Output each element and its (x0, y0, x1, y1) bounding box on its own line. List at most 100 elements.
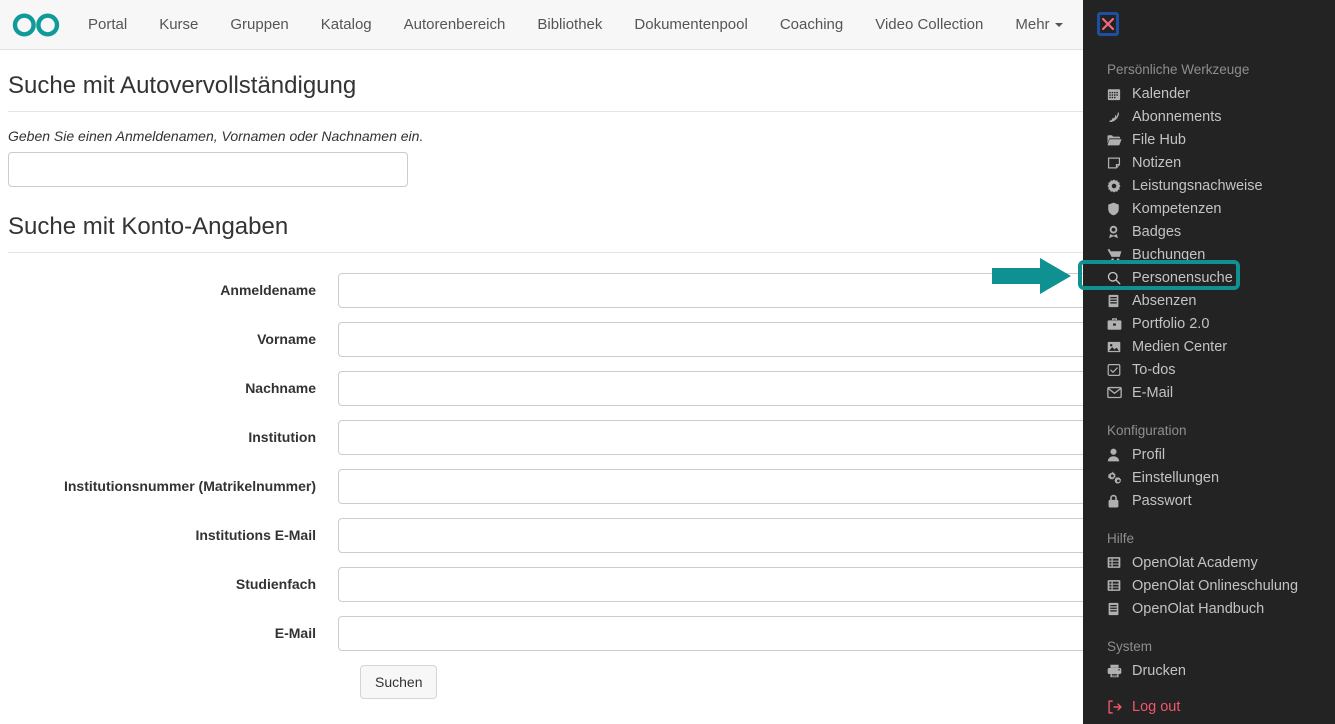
sidebar-item-kompetenzen[interactable]: Kompetenzen (1083, 197, 1335, 220)
nav-link-bibliothek[interactable]: Bibliothek (521, 0, 618, 50)
label-studienfach: Studienfach (8, 576, 338, 592)
sidebar-gap (1083, 512, 1335, 527)
nav-link-mehr-label: Mehr (1015, 16, 1049, 33)
sidebar-item-passwort[interactable]: Passwort (1083, 489, 1335, 512)
sidebar-item-to-dos[interactable]: To-dos (1083, 358, 1335, 381)
chevron-down-icon (1055, 23, 1063, 27)
folder-open-icon (1107, 133, 1125, 147)
sidebar-item-label: OpenOlat Academy (1132, 555, 1258, 571)
sidebar-item-label: Log out (1132, 699, 1180, 715)
shield-icon (1107, 202, 1125, 216)
sidebar-item-buchungen[interactable]: Buchungen (1083, 243, 1335, 266)
sidebar-item-label: OpenOlat Onlineschulung (1132, 578, 1298, 594)
sidebar-item-label: E-Mail (1132, 385, 1173, 401)
close-x-icon (1101, 17, 1115, 31)
gears-icon (1107, 471, 1125, 485)
search-button[interactable]: Suchen (360, 665, 437, 699)
sidebar-close-button[interactable] (1097, 12, 1119, 36)
sidebar-item-label: Einstellungen (1132, 470, 1219, 486)
sidebar-item-absenzen[interactable]: Absenzen (1083, 289, 1335, 312)
user-icon (1107, 448, 1125, 462)
sidebar-item-label: Buchungen (1132, 247, 1205, 263)
sidebar-item-label: Profil (1132, 447, 1165, 463)
sidebar-item-label: Personensuche (1132, 270, 1233, 286)
lock-icon (1107, 494, 1125, 508)
personal-tools-sidebar: Persönliche Werkzeuge Kalender Abonnemen… (1083, 0, 1335, 724)
nav-link-mehr[interactable]: Mehr (999, 0, 1078, 50)
sidebar-item-profil[interactable]: Profil (1083, 443, 1335, 466)
sidebar-item-openolat-handbuch[interactable]: OpenOlat Handbuch (1083, 597, 1335, 620)
sidebar-item-drucken[interactable]: Drucken (1083, 659, 1335, 682)
nav-link-portal[interactable]: Portal (72, 0, 143, 50)
envelope-icon (1107, 386, 1125, 399)
shopping-cart-icon (1107, 248, 1125, 262)
sidebar-item-label: Drucken (1132, 663, 1186, 679)
sidebar-group-title-system: System (1083, 635, 1335, 659)
label-email: E-Mail (8, 625, 338, 641)
label-anmeldename: Anmeldename (8, 282, 338, 298)
sidebar-item-label: Passwort (1132, 493, 1192, 509)
sidebar-group-title-konfiguration: Konfiguration (1083, 419, 1335, 443)
sidebar-item-label: Notizen (1132, 155, 1181, 171)
book-icon (1107, 602, 1125, 616)
label-institution: Institution (8, 429, 338, 445)
autocomplete-search-input[interactable] (8, 152, 408, 187)
calendar-icon (1107, 87, 1125, 101)
navbar-links: Portal Kurse Gruppen Katalog Autorenbere… (72, 0, 1079, 50)
sidebar-item-label: Kompetenzen (1132, 201, 1221, 217)
briefcase-icon (1107, 317, 1125, 331)
certificate-seal-icon (1107, 179, 1125, 193)
sidebar-group-title-persoenliche-werkzeuge: Persönliche Werkzeuge (1083, 58, 1335, 82)
sidebar-item-leistungsnachweise[interactable]: Leistungsnachweise (1083, 174, 1335, 197)
sidebar-item-label: Leistungsnachweise (1132, 178, 1263, 194)
printer-icon (1107, 664, 1125, 678)
search-icon (1107, 271, 1125, 285)
sidebar-item-label: Kalender (1132, 86, 1190, 102)
sidebar-item-kalender[interactable]: Kalender (1083, 82, 1335, 105)
infinity-logo-icon (12, 12, 60, 38)
nav-link-video-collection[interactable]: Video Collection (859, 0, 999, 50)
sidebar-item-label: Portfolio 2.0 (1132, 316, 1209, 332)
sidebar-item-file-hub[interactable]: File Hub (1083, 128, 1335, 151)
film-icon (1107, 556, 1125, 569)
sidebar-item-openolat-academy[interactable]: OpenOlat Academy (1083, 551, 1335, 574)
sidebar-item-e-mail[interactable]: E-Mail (1083, 381, 1335, 404)
sidebar-gap (1083, 404, 1335, 419)
nav-link-autorenbereich[interactable]: Autorenbereich (388, 0, 522, 50)
sidebar-sections: Persönliche Werkzeuge Kalender Abonnemen… (1083, 58, 1335, 718)
sidebar-item-medien-center[interactable]: Medien Center (1083, 335, 1335, 358)
label-nachname: Nachname (8, 380, 338, 396)
sidebar-item-abonnements[interactable]: Abonnements (1083, 105, 1335, 128)
label-vorname: Vorname (8, 331, 338, 347)
sidebar-item-label: Absenzen (1132, 293, 1197, 309)
nav-link-katalog[interactable]: Katalog (305, 0, 388, 50)
checkbox-checked-icon (1107, 363, 1125, 377)
nav-link-dokumentenpool[interactable]: Dokumentenpool (618, 0, 763, 50)
nav-link-coaching[interactable]: Coaching (764, 0, 859, 50)
sidebar-item-label: OpenOlat Handbuch (1132, 601, 1264, 617)
sidebar-item-portfolio[interactable]: Portfolio 2.0 (1083, 312, 1335, 335)
brand-logo[interactable] (0, 12, 72, 38)
sidebar-item-label: Medien Center (1132, 339, 1227, 355)
sidebar-item-logout[interactable]: Log out (1083, 695, 1335, 718)
app-root: Portal Kurse Gruppen Katalog Autorenbere… (0, 0, 1335, 724)
sidebar-group-title-hilfe: Hilfe (1083, 527, 1335, 551)
label-institutionsnummer: Institutionsnummer (Matrikelnummer) (8, 478, 338, 494)
sidebar-item-label: To-dos (1132, 362, 1176, 378)
logout-icon (1107, 700, 1125, 714)
award-medal-icon (1107, 225, 1125, 239)
sidebar-item-openolat-onlineschulung[interactable]: OpenOlat Onlineschulung (1083, 574, 1335, 597)
sidebar-item-label: Badges (1132, 224, 1181, 240)
sidebar-item-personensuche[interactable]: Personensuche (1083, 266, 1335, 289)
sidebar-item-einstellungen[interactable]: Einstellungen (1083, 466, 1335, 489)
sidebar-gap (1083, 620, 1335, 635)
nav-link-gruppen[interactable]: Gruppen (214, 0, 304, 50)
sidebar-item-label: File Hub (1132, 132, 1186, 148)
nav-link-kurse[interactable]: Kurse (143, 0, 214, 50)
film-icon (1107, 579, 1125, 592)
rss-feed-icon (1107, 110, 1125, 124)
list-book-icon (1107, 294, 1125, 308)
sidebar-item-notizen[interactable]: Notizen (1083, 151, 1335, 174)
note-icon (1107, 156, 1125, 170)
sidebar-item-badges[interactable]: Badges (1083, 220, 1335, 243)
